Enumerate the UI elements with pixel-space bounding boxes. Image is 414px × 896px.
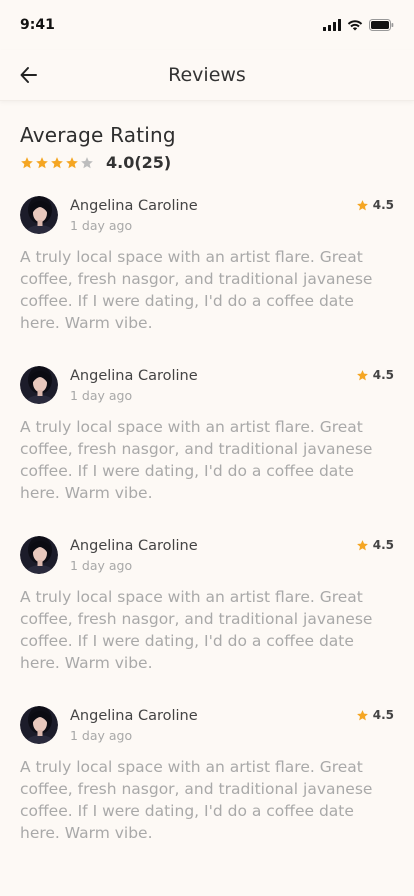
review-text: A truly local space with an artist flare…: [20, 758, 373, 842]
star-icon: [356, 539, 368, 550]
summary-title: Average Rating: [20, 123, 176, 147]
review-meta: Angelina Caroline 1 day ago: [70, 196, 198, 236]
review-header: Angelina Caroline 1 day ago 4.5: [20, 536, 394, 576]
star-icon: [356, 199, 368, 210]
battery-icon: [369, 19, 394, 31]
review-item: Angelina Caroline 1 day ago 4.5 A truly …: [20, 536, 394, 674]
reviewer-name: Angelina Caroline: [70, 708, 198, 724]
reviewer-name: Angelina Caroline: [70, 198, 198, 214]
star-empty-icon: [81, 156, 93, 168]
status-bar: 9:41: [0, 0, 414, 50]
review-rating-value: 4.5: [372, 708, 394, 722]
summary-score: 4.0(25): [106, 153, 172, 172]
review-date: 1 day ago: [70, 388, 133, 403]
review-rating-value: 4.5: [372, 538, 394, 552]
reviewer-name: Angelina Caroline: [70, 368, 198, 384]
review-rating: 4.5: [356, 368, 394, 382]
review-rating: 4.5: [356, 538, 394, 552]
wifi-icon: [347, 20, 363, 31]
page-title: Reviews: [168, 64, 246, 86]
review-rating-value: 4.5: [372, 368, 394, 382]
review-list: Angelina Caroline 1 day ago 4.5 A truly …: [0, 172, 414, 844]
status-icons: [323, 19, 394, 31]
cellular-signal-icon: [323, 19, 341, 31]
star-filled-icon: [36, 156, 48, 168]
review-date: 1 day ago: [70, 558, 133, 573]
star-filled-icon: [66, 156, 78, 168]
star-filled-icon: [51, 156, 63, 168]
review-meta: Angelina Caroline 1 day ago: [70, 536, 198, 576]
avatar-image: [20, 196, 58, 234]
review-text: A truly local space with an artist flare…: [20, 588, 373, 672]
review-rating-value: 4.5: [372, 198, 394, 212]
avatar-image: [20, 706, 58, 744]
review-item: Angelina Caroline 1 day ago 4.5 A truly …: [20, 706, 394, 844]
review-text: A truly local space with an artist flare…: [20, 418, 373, 502]
reviewer-name: Angelina Caroline: [70, 538, 198, 554]
avatar[interactable]: [20, 536, 58, 574]
star-icon: [356, 369, 368, 380]
avatar[interactable]: [20, 706, 58, 744]
review-meta: Angelina Caroline 1 day ago: [70, 366, 198, 406]
avatar-image: [20, 536, 58, 574]
status-time: 9:41: [20, 17, 55, 33]
review-item: Angelina Caroline 1 day ago 4.5 A truly …: [20, 196, 394, 334]
arrow-left-icon: [20, 67, 37, 83]
app-header: Reviews: [0, 50, 414, 101]
review-date: 1 day ago: [70, 218, 133, 233]
avatar[interactable]: [20, 196, 58, 234]
review-header: Angelina Caroline 1 day ago 4.5: [20, 706, 394, 746]
summary-stars: [20, 156, 94, 170]
review-item: Angelina Caroline 1 day ago 4.5 A truly …: [20, 366, 394, 504]
star-filled-icon: [21, 156, 33, 168]
review-meta: Angelina Caroline 1 day ago: [70, 706, 198, 746]
rating-summary: Average Rating 4.0(25): [0, 101, 414, 172]
review-date: 1 day ago: [70, 728, 133, 743]
review-header: Angelina Caroline 1 day ago 4.5: [20, 196, 394, 236]
review-text: A truly local space with an artist flare…: [20, 248, 373, 332]
avatar-image: [20, 366, 58, 404]
review-rating: 4.5: [356, 708, 394, 722]
review-header: Angelina Caroline 1 day ago 4.5: [20, 366, 394, 406]
back-button[interactable]: [16, 62, 42, 88]
avatar[interactable]: [20, 366, 58, 404]
review-rating: 4.5: [356, 198, 394, 212]
summary-row: 4.0(25): [20, 153, 394, 172]
star-icon: [356, 709, 368, 720]
